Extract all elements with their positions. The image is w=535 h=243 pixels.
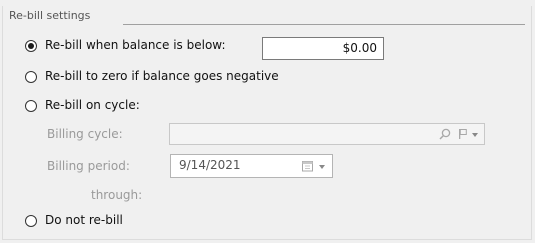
flag-icon[interactable] xyxy=(457,128,469,140)
rebill-on-cycle-label[interactable]: Re-bill on cycle: xyxy=(45,98,140,112)
billing-cycle-label: Billing cycle: xyxy=(47,127,123,141)
rebill-amount-value: $0.00 xyxy=(342,41,377,55)
chevron-down-icon[interactable] xyxy=(472,133,478,137)
rebill-settings-panel: Re-bill settings Re-bill when balance is… xyxy=(0,0,535,243)
group-divider xyxy=(123,24,525,25)
billing-period-date-input[interactable]: 9/14/2021 xyxy=(170,154,333,178)
search-icon[interactable] xyxy=(439,128,451,140)
rebill-below-label[interactable]: Re-bill when balance is below: xyxy=(45,38,226,52)
calendar-icon[interactable] xyxy=(302,160,314,172)
do-not-rebill-label[interactable]: Do not re-bill xyxy=(45,213,123,227)
do-not-rebill-radio[interactable] xyxy=(25,215,37,227)
rebill-below-radio[interactable] xyxy=(25,40,37,52)
rebill-to-zero-label[interactable]: Re-bill to zero if balance goes negative xyxy=(45,69,279,83)
group-title: Re-bill settings xyxy=(9,9,91,22)
through-label: through: xyxy=(91,188,143,202)
rebill-on-cycle-radio[interactable] xyxy=(25,100,37,112)
billing-period-label: Billing period: xyxy=(47,159,130,173)
chevron-down-icon[interactable] xyxy=(319,165,325,169)
billing-period-date: 9/14/2021 xyxy=(179,158,241,172)
rebill-to-zero-radio[interactable] xyxy=(25,71,37,83)
billing-cycle-input[interactable] xyxy=(169,123,485,145)
rebill-amount-input[interactable]: $0.00 xyxy=(262,37,384,60)
